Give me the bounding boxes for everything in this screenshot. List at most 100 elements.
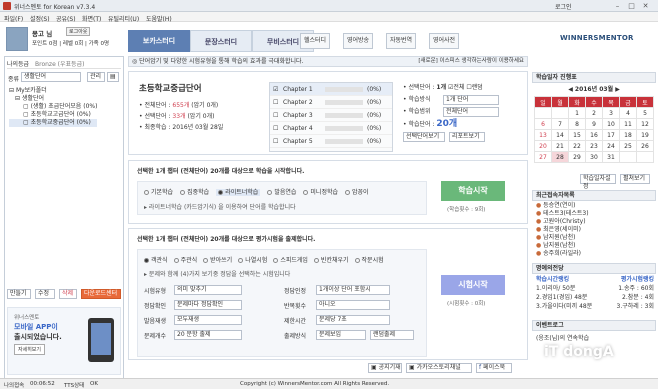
facebook-button[interactable]: f 페이스북 bbox=[476, 363, 512, 373]
menu-help[interactable]: 도움말(H) bbox=[146, 14, 172, 23]
tree-item[interactable]: ▢ 초등학교고급단어 (0%) bbox=[9, 111, 97, 119]
test-type-radio[interactable]: 받아쓰기 bbox=[203, 257, 232, 264]
test-option-select[interactable]: 의미 맞추기 bbox=[174, 285, 242, 295]
menu-view[interactable]: 화면(T) bbox=[82, 14, 101, 23]
test-option-select[interactable]: 20 문항 출제 bbox=[174, 330, 242, 340]
edit-button[interactable]: 수정 bbox=[35, 289, 55, 299]
calendar-day[interactable]: 29 bbox=[568, 151, 586, 163]
study-range-select[interactable]: 전체단어 bbox=[443, 107, 499, 117]
select-words-button[interactable]: 선택단어보기 bbox=[403, 132, 445, 142]
calendar-day[interactable]: 27 bbox=[534, 151, 552, 163]
tab-sentence-study[interactable]: 문장스터디 bbox=[190, 30, 252, 52]
test-type-radio[interactable]: 빈칸채우기 bbox=[313, 257, 349, 264]
recent-user[interactable]: ● 남지원(남천) bbox=[536, 242, 589, 250]
help-study-button[interactable]: 헬스터디 bbox=[300, 33, 331, 49]
test-option-select[interactable]: 문제당 7초 bbox=[316, 315, 390, 325]
login-label[interactable]: 로그인 bbox=[555, 2, 572, 11]
calendar-day[interactable]: 13 bbox=[534, 129, 552, 141]
recent-user[interactable]: ● 등승연(연이) bbox=[536, 202, 589, 210]
create-button[interactable]: 만들기 bbox=[7, 289, 31, 299]
recent-user[interactable]: ● 송주희(라일라) bbox=[536, 250, 589, 258]
tree-folder[interactable]: ⊟ 생활단어 bbox=[9, 95, 97, 103]
tab-voca-study[interactable]: 보카스터디 bbox=[128, 30, 190, 52]
chapter-row[interactable]: ☑ Chapter 1 (0%) bbox=[270, 83, 392, 96]
english-broadcast-button[interactable]: 영어방송 bbox=[343, 33, 374, 49]
calendar-day[interactable]: 31 bbox=[602, 151, 620, 163]
tree-root[interactable]: ⊟ My보카폴더 bbox=[9, 87, 97, 95]
chapter-checkbox[interactable]: ☐ bbox=[273, 125, 278, 132]
test-option-select[interactable]: 랜덤출제 bbox=[370, 330, 414, 340]
chapter-checkbox[interactable]: ☐ bbox=[273, 99, 278, 106]
recent-user[interactable]: ● 테스트3(테스트3) bbox=[536, 210, 589, 218]
category-select[interactable]: 생활단어 bbox=[21, 72, 81, 82]
recent-user[interactable]: ● 고원아(Christy) bbox=[536, 218, 589, 226]
calendar-day[interactable]: 20 bbox=[534, 140, 552, 152]
test-type-radio[interactable]: 작문시험 bbox=[354, 257, 384, 264]
menu-settings[interactable]: 설정(S) bbox=[30, 14, 50, 23]
promo-cta-button[interactable]: 자세히보기 bbox=[14, 344, 46, 355]
dictionary-button[interactable]: 영어사전 bbox=[429, 33, 460, 49]
chapter-checkbox[interactable]: ☐ bbox=[273, 112, 278, 119]
logout-button[interactable]: 로그아웃 bbox=[66, 27, 91, 36]
study-mode-radio[interactable]: 라이트너학습 bbox=[216, 189, 261, 196]
calendar-day[interactable]: 2 bbox=[585, 107, 603, 119]
study-mode-radio[interactable]: 기본학습 bbox=[144, 189, 173, 196]
test-type-radio[interactable]: 객관식 bbox=[144, 257, 168, 264]
test-option-select[interactable]: 1개이상 단어 포함시 bbox=[316, 285, 390, 295]
prev-month-icon[interactable]: ◀ bbox=[568, 86, 573, 93]
calendar-day[interactable]: 18 bbox=[619, 129, 637, 141]
test-type-radio[interactable]: 스피드게임 bbox=[273, 257, 308, 264]
close-icon[interactable]: ✕ bbox=[640, 1, 651, 11]
study-mode-radio[interactable]: 집중학습 bbox=[180, 189, 209, 196]
menu-file[interactable]: 파일(F) bbox=[4, 14, 23, 23]
calendar-day[interactable]: 4 bbox=[619, 107, 637, 119]
menu-share[interactable]: 공유(S) bbox=[56, 14, 76, 23]
study-mode-radio[interactable]: 발음연습 bbox=[267, 189, 296, 196]
test-option-select[interactable]: 문제보임 bbox=[316, 330, 366, 340]
calendar-day[interactable]: 6 bbox=[534, 118, 552, 130]
study-mode-radio[interactable]: 암꽁이 bbox=[345, 189, 369, 196]
calendar-day[interactable]: 5 bbox=[636, 107, 654, 119]
menu-utility[interactable]: 유틸리티(U) bbox=[108, 14, 139, 23]
minimize-icon[interactable]: – bbox=[612, 1, 623, 11]
rank-test-header[interactable]: 평가시험랭킹 bbox=[621, 275, 654, 284]
calendar-day[interactable]: 19 bbox=[636, 129, 654, 141]
calendar-day[interactable]: 12 bbox=[636, 118, 654, 130]
tree-item-selected[interactable]: ▢ 초등학교중급단어 (0%) bbox=[9, 119, 98, 127]
notice-button[interactable]: ▣ 공지기재 bbox=[368, 363, 402, 373]
rank-study-time-header[interactable]: 학습시간랭킹 bbox=[536, 275, 569, 284]
calendar-day[interactable]: 23 bbox=[585, 140, 603, 152]
calendar-day[interactable]: 17 bbox=[602, 129, 620, 141]
calendar-settings-button[interactable]: 학습일자설정 bbox=[580, 174, 616, 190]
chapter-checkbox[interactable]: ☑ bbox=[273, 86, 278, 93]
recent-user[interactable]: ● 최은영(세이미) bbox=[536, 226, 589, 234]
tree-item[interactable]: ▢ (생활) 초급단어모음 (0%) bbox=[9, 103, 97, 111]
download-center-button[interactable]: 다운로드센터 bbox=[81, 289, 121, 299]
chapter-row[interactable]: ☐ Chapter 5 (0%) bbox=[270, 135, 392, 148]
calendar-day[interactable]: 11 bbox=[619, 118, 637, 130]
chapter-checkbox[interactable]: ☐ bbox=[273, 138, 278, 145]
calendar-day[interactable]: 15 bbox=[568, 129, 586, 141]
start-study-button[interactable]: 학습시작 bbox=[441, 181, 505, 201]
promo-banner[interactable]: 위너스멘토 모바일 APP이 출시되었습니다. 자세히보기 bbox=[7, 307, 121, 375]
calendar-day[interactable]: 8 bbox=[568, 118, 586, 130]
test-option-select[interactable]: 모두재생 bbox=[174, 315, 242, 325]
calendar-day[interactable]: 7 bbox=[551, 118, 569, 130]
calendar-day[interactable]: 30 bbox=[585, 151, 603, 163]
calendar-day[interactable]: 24 bbox=[602, 140, 620, 152]
calendar-day[interactable]: 25 bbox=[619, 140, 637, 152]
chapter-row[interactable]: ☐ Chapter 4 (0%) bbox=[270, 122, 392, 135]
banner-right[interactable]: [새로운] 이스피스 생각하는사람이 이용하세요 bbox=[418, 57, 524, 66]
kakao-button[interactable]: ▣ 가카오스토리채널 bbox=[406, 363, 472, 373]
calendar-day[interactable]: 1 bbox=[568, 107, 586, 119]
calendar-day[interactable]: 16 bbox=[585, 129, 603, 141]
maximize-icon[interactable]: □ bbox=[626, 1, 637, 11]
calendar-day[interactable]: 28 bbox=[551, 151, 569, 163]
recent-user[interactable]: ● 남지원(남천) bbox=[536, 234, 589, 242]
calendar-day[interactable]: 3 bbox=[602, 107, 620, 119]
calendar-day[interactable]: 10 bbox=[602, 118, 620, 130]
test-type-radio[interactable]: 나열시험 bbox=[238, 257, 267, 264]
calendar-day[interactable]: 9 bbox=[585, 118, 603, 130]
calendar-day[interactable]: 22 bbox=[568, 140, 586, 152]
folder-button[interactable]: ▤ bbox=[107, 72, 119, 82]
